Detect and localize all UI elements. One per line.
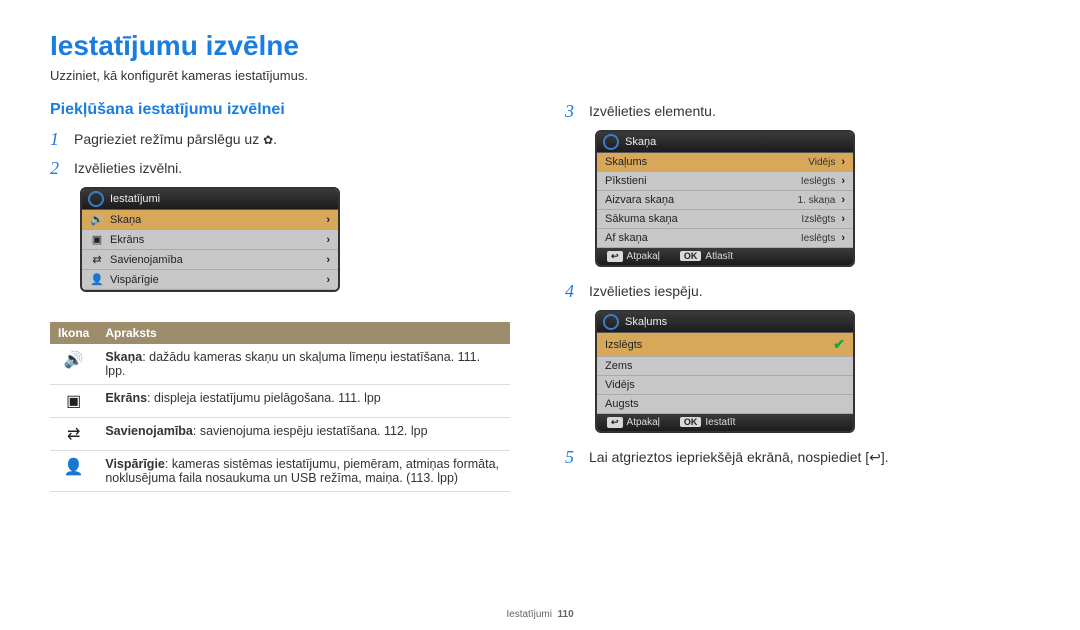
step-number: 3 — [565, 101, 583, 122]
icon-description-table: Ikona Apraksts 🔊 Skaņa: dažādu kameras s… — [50, 322, 510, 492]
volume-medium[interactable]: Vidējs — [597, 376, 853, 395]
chevron-right-icon: › — [841, 175, 845, 187]
page-intro: Uzziniet, kā konfigurēt kameras iestatīj… — [50, 68, 1030, 83]
step-number: 5 — [565, 447, 583, 468]
ok-key-icon: OK — [680, 417, 702, 427]
general-icon: 👤 — [90, 273, 104, 286]
volume-panel: Skaļums Izslēgts ✔ Zems Vidējs Augsts ↩A… — [595, 310, 855, 433]
option-beeps[interactable]: Pīkstieni Ieslēgts › — [597, 172, 853, 191]
back-icon — [869, 449, 881, 465]
step-number: 2 — [50, 158, 68, 179]
panel-footer: ↩Atpakaļ OKIestatīt — [597, 414, 853, 431]
menu-item-general[interactable]: 👤 Vispārīgie › — [82, 270, 338, 290]
connectivity-icon: ⇄ — [50, 418, 97, 451]
selector-ring-icon — [88, 191, 104, 207]
step-1: 1 Pagrieziet režīmu pārslēgu uz . — [50, 129, 515, 150]
step-4: 4 Izvēlieties iespēju. — [565, 281, 1030, 302]
chevron-right-icon: › — [841, 156, 845, 168]
menu-item-sound[interactable]: 🔊 Skaņa › — [82, 210, 338, 230]
option-volume[interactable]: Skaļums Vidējs › — [597, 153, 853, 172]
display-icon: ▣ — [90, 233, 104, 246]
table-row: ▣ Ekrāns: displeja iestatījumu pielāgoša… — [50, 385, 510, 418]
volume-low[interactable]: Zems — [597, 357, 853, 376]
step-3: 3 Izvēlieties elementu. — [565, 101, 1030, 122]
step-number: 1 — [50, 129, 68, 150]
sound-icon: 🔊 — [90, 213, 104, 226]
menu-item-display[interactable]: ▣ Ekrāns › — [82, 230, 338, 250]
th-icon: Ikona — [50, 322, 97, 344]
panel-header: Skaļums — [597, 312, 853, 333]
sound-icon: 🔊 — [50, 344, 97, 385]
check-icon: ✔ — [833, 336, 845, 353]
volume-high[interactable]: Augsts — [597, 395, 853, 414]
option-af-sound[interactable]: Af skaņa Ieslēgts › — [597, 229, 853, 248]
back-key-icon: ↩ — [607, 417, 623, 428]
table-row: 🔊 Skaņa: dažādu kameras skaņu un skaļuma… — [50, 344, 510, 385]
chevron-right-icon: › — [326, 254, 330, 266]
chevron-right-icon: › — [326, 274, 330, 286]
option-shutter-sound[interactable]: Aizvara skaņa 1. skaņa › — [597, 191, 853, 210]
ok-key-icon: OK — [680, 251, 702, 261]
th-desc: Apraksts — [97, 322, 510, 344]
panel-footer: ↩Atpakaļ OKAtlasīt — [597, 248, 853, 265]
selector-ring-icon — [603, 134, 619, 150]
step-5: 5 Lai atgrieztos iepriekšējā ekrānā, nos… — [565, 447, 1030, 468]
chevron-right-icon: › — [326, 234, 330, 246]
selector-ring-icon — [603, 314, 619, 330]
chevron-right-icon: › — [841, 213, 845, 225]
general-icon: 👤 — [50, 451, 97, 492]
chevron-right-icon: › — [326, 214, 330, 226]
connectivity-icon: ⇄ — [90, 253, 104, 266]
display-icon: ▣ — [50, 385, 97, 418]
sound-panel: Skaņa Skaļums Vidējs › Pīkstieni Ieslēgt… — [595, 130, 855, 267]
step-number: 4 — [565, 281, 583, 302]
back-key-icon: ↩ — [607, 251, 623, 262]
option-start-sound[interactable]: Sākuma skaņa Izslēgts › — [597, 210, 853, 229]
gear-icon — [263, 131, 273, 147]
page-title: Iestatījumu izvēlne — [50, 30, 1030, 62]
menu-item-connectivity[interactable]: ⇄ Savienojamība › — [82, 250, 338, 270]
chevron-right-icon: › — [841, 232, 845, 244]
step-2: 2 Izvēlieties izvēlni. — [50, 158, 515, 179]
page-footer: Iestatījumi 110 — [506, 609, 573, 620]
panel-header: Skaņa — [597, 132, 853, 153]
volume-off[interactable]: Izslēgts ✔ — [597, 333, 853, 357]
section-heading: Piekļūšana iestatījumu izvēlnei — [50, 101, 515, 119]
settings-menu-panel: Iestatījumi 🔊 Skaņa › ▣ Ekrāns › ⇄ Savie… — [80, 187, 340, 292]
chevron-right-icon: › — [841, 194, 845, 206]
panel-header: Iestatījumi — [82, 189, 338, 210]
table-row: 👤 Vispārīgie: kameras sistēmas iestatīju… — [50, 451, 510, 492]
table-row: ⇄ Savienojamība: savienojuma iespēju ies… — [50, 418, 510, 451]
